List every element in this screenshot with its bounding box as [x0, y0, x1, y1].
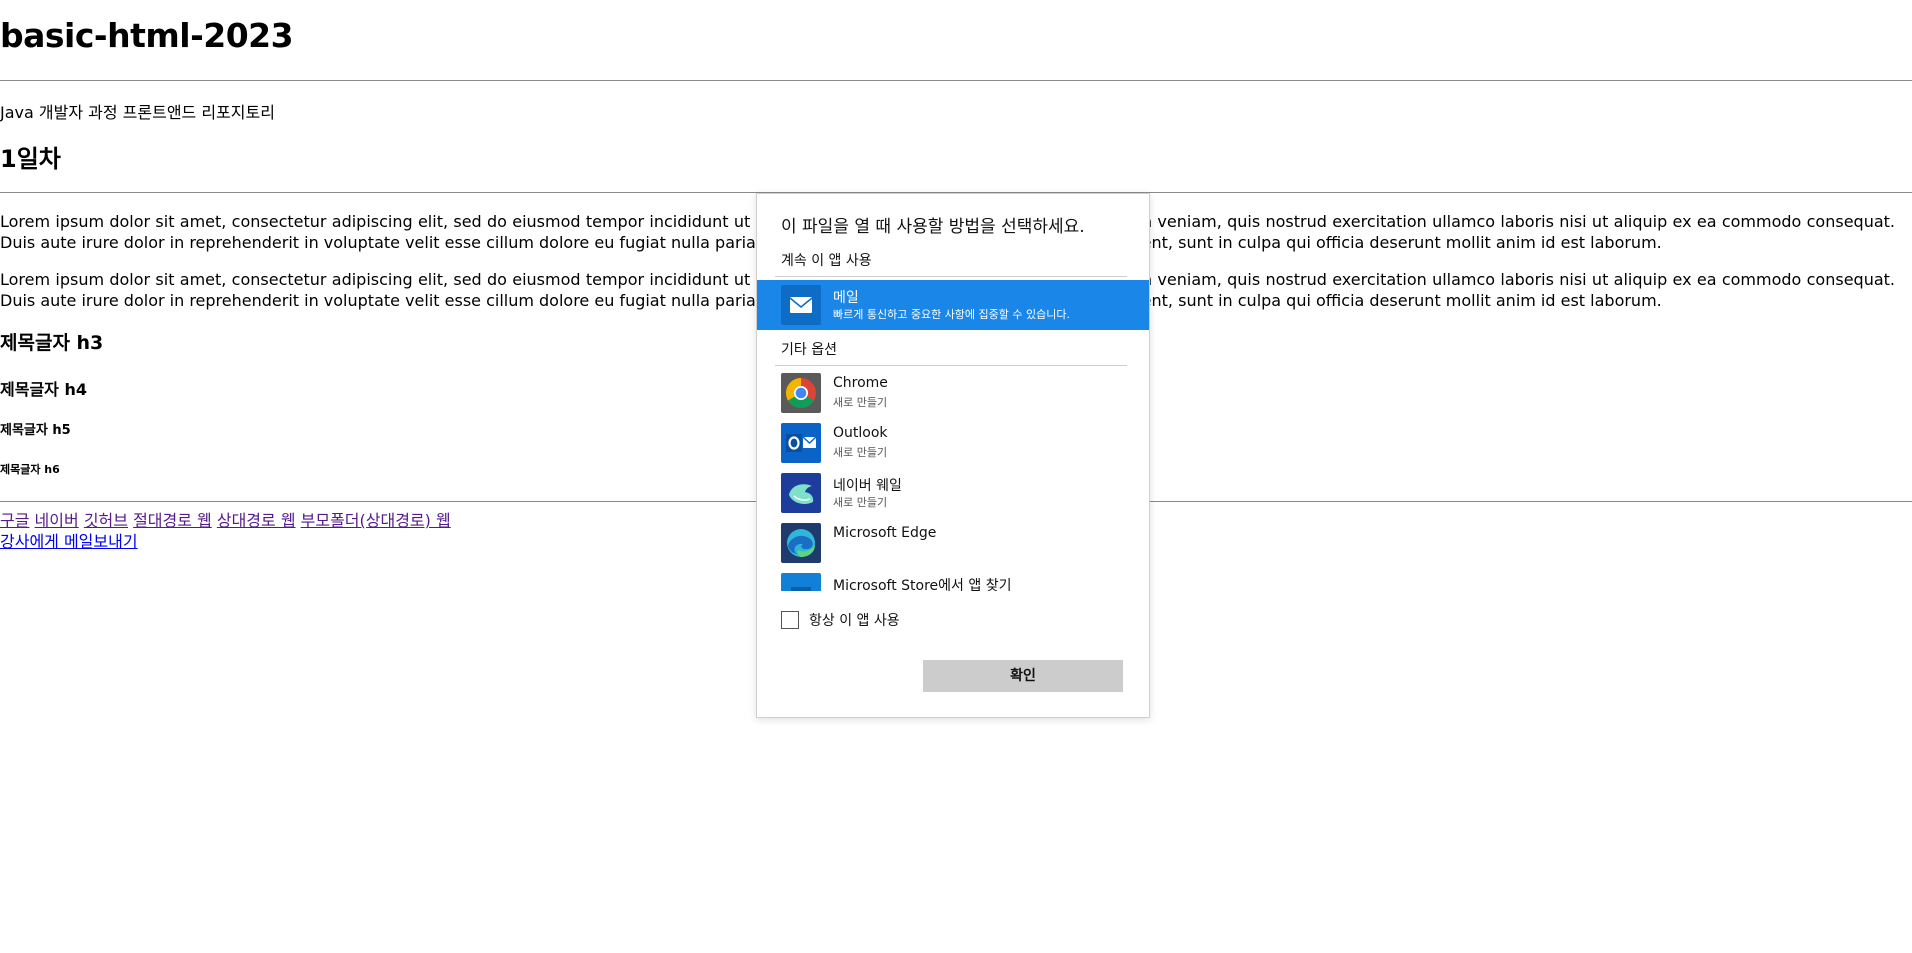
link-absolute-web[interactable]: 절대경로 웹 — [133, 511, 212, 530]
app-name: Microsoft Store에서 앱 찾기 — [833, 578, 1012, 591]
continue-section-label: 계속 이 앱 사용 — [781, 253, 872, 269]
section-divider — [775, 276, 1127, 277]
store-icon — [781, 573, 821, 591]
always-use-checkbox[interactable] — [781, 611, 799, 629]
app-option-store[interactable]: Microsoft Store에서 앱 찾기 — [757, 568, 1149, 591]
link-parent-folder-web[interactable]: 부모폴더(상대경로) 웹 — [301, 511, 451, 530]
ok-button[interactable]: 확인 — [923, 660, 1123, 692]
link-mail-teacher[interactable]: 강사에게 메일보내기 — [0, 532, 138, 551]
app-name: Outlook — [833, 425, 888, 441]
app-sub: 새로 만들기 — [833, 446, 888, 459]
app-list[interactable]: Chrome 새로 만들기 Outlook 새로 만들기 네이버 웨일 새로 만… — [757, 368, 1149, 591]
app-option-outlook[interactable]: Outlook 새로 만들기 — [757, 418, 1149, 468]
app-option-edge[interactable]: Microsoft Edge — [757, 518, 1149, 568]
day-heading: 1일차 — [0, 145, 61, 173]
other-section-label: 기타 옵션 — [781, 342, 837, 358]
chrome-icon — [781, 373, 821, 413]
app-name: Microsoft Edge — [833, 525, 937, 541]
section-divider — [775, 365, 1127, 366]
app-description: 빠르게 통신하고 중요한 사항에 집중할 수 있습니다. — [833, 308, 1070, 321]
dialog-title: 이 파일을 열 때 사용할 방법을 선택하세요. — [781, 217, 1085, 237]
link-github[interactable]: 깃허브 — [84, 511, 128, 530]
app-option-mail[interactable]: 메일 빠르게 통신하고 중요한 사항에 집중할 수 있습니다. — [757, 280, 1149, 330]
intro-text: Java 개발자 과정 프론트앤드 리포지토리 — [0, 103, 275, 122]
app-option-chrome[interactable]: Chrome 새로 만들기 — [757, 368, 1149, 418]
whale-icon — [781, 473, 821, 513]
app-name: Chrome — [833, 375, 888, 391]
link-google[interactable]: 구글 — [0, 511, 29, 530]
heading-h4: 제목글자 h4 — [0, 380, 87, 399]
app-name: 네이버 웨일 — [833, 478, 902, 494]
edge-icon — [781, 523, 821, 563]
outlook-icon — [781, 423, 821, 463]
heading-h6: 제목글자 h6 — [0, 463, 60, 476]
app-sub: 새로 만들기 — [833, 396, 888, 409]
page-title: basic-html-2023 — [0, 16, 294, 55]
app-option-whale[interactable]: 네이버 웨일 새로 만들기 — [757, 468, 1149, 518]
app-sub: 새로 만들기 — [833, 496, 888, 509]
link-list: 구글 네이버 깃허브 절대경로 웹 상대경로 웹 부모폴더(상대경로) 웹 강사… — [0, 510, 451, 552]
always-use-label: 항상 이 앱 사용 — [809, 613, 900, 629]
divider — [0, 80, 1912, 81]
heading-h3: 제목글자 h3 — [0, 332, 104, 354]
link-naver[interactable]: 네이버 — [35, 511, 79, 530]
open-with-dialog: 이 파일을 열 때 사용할 방법을 선택하세요. 계속 이 앱 사용 메일 빠르… — [756, 193, 1150, 718]
mail-icon — [781, 285, 821, 325]
app-name: 메일 — [833, 290, 859, 306]
heading-h5: 제목글자 h5 — [0, 423, 71, 438]
link-relative-web[interactable]: 상대경로 웹 — [217, 511, 296, 530]
